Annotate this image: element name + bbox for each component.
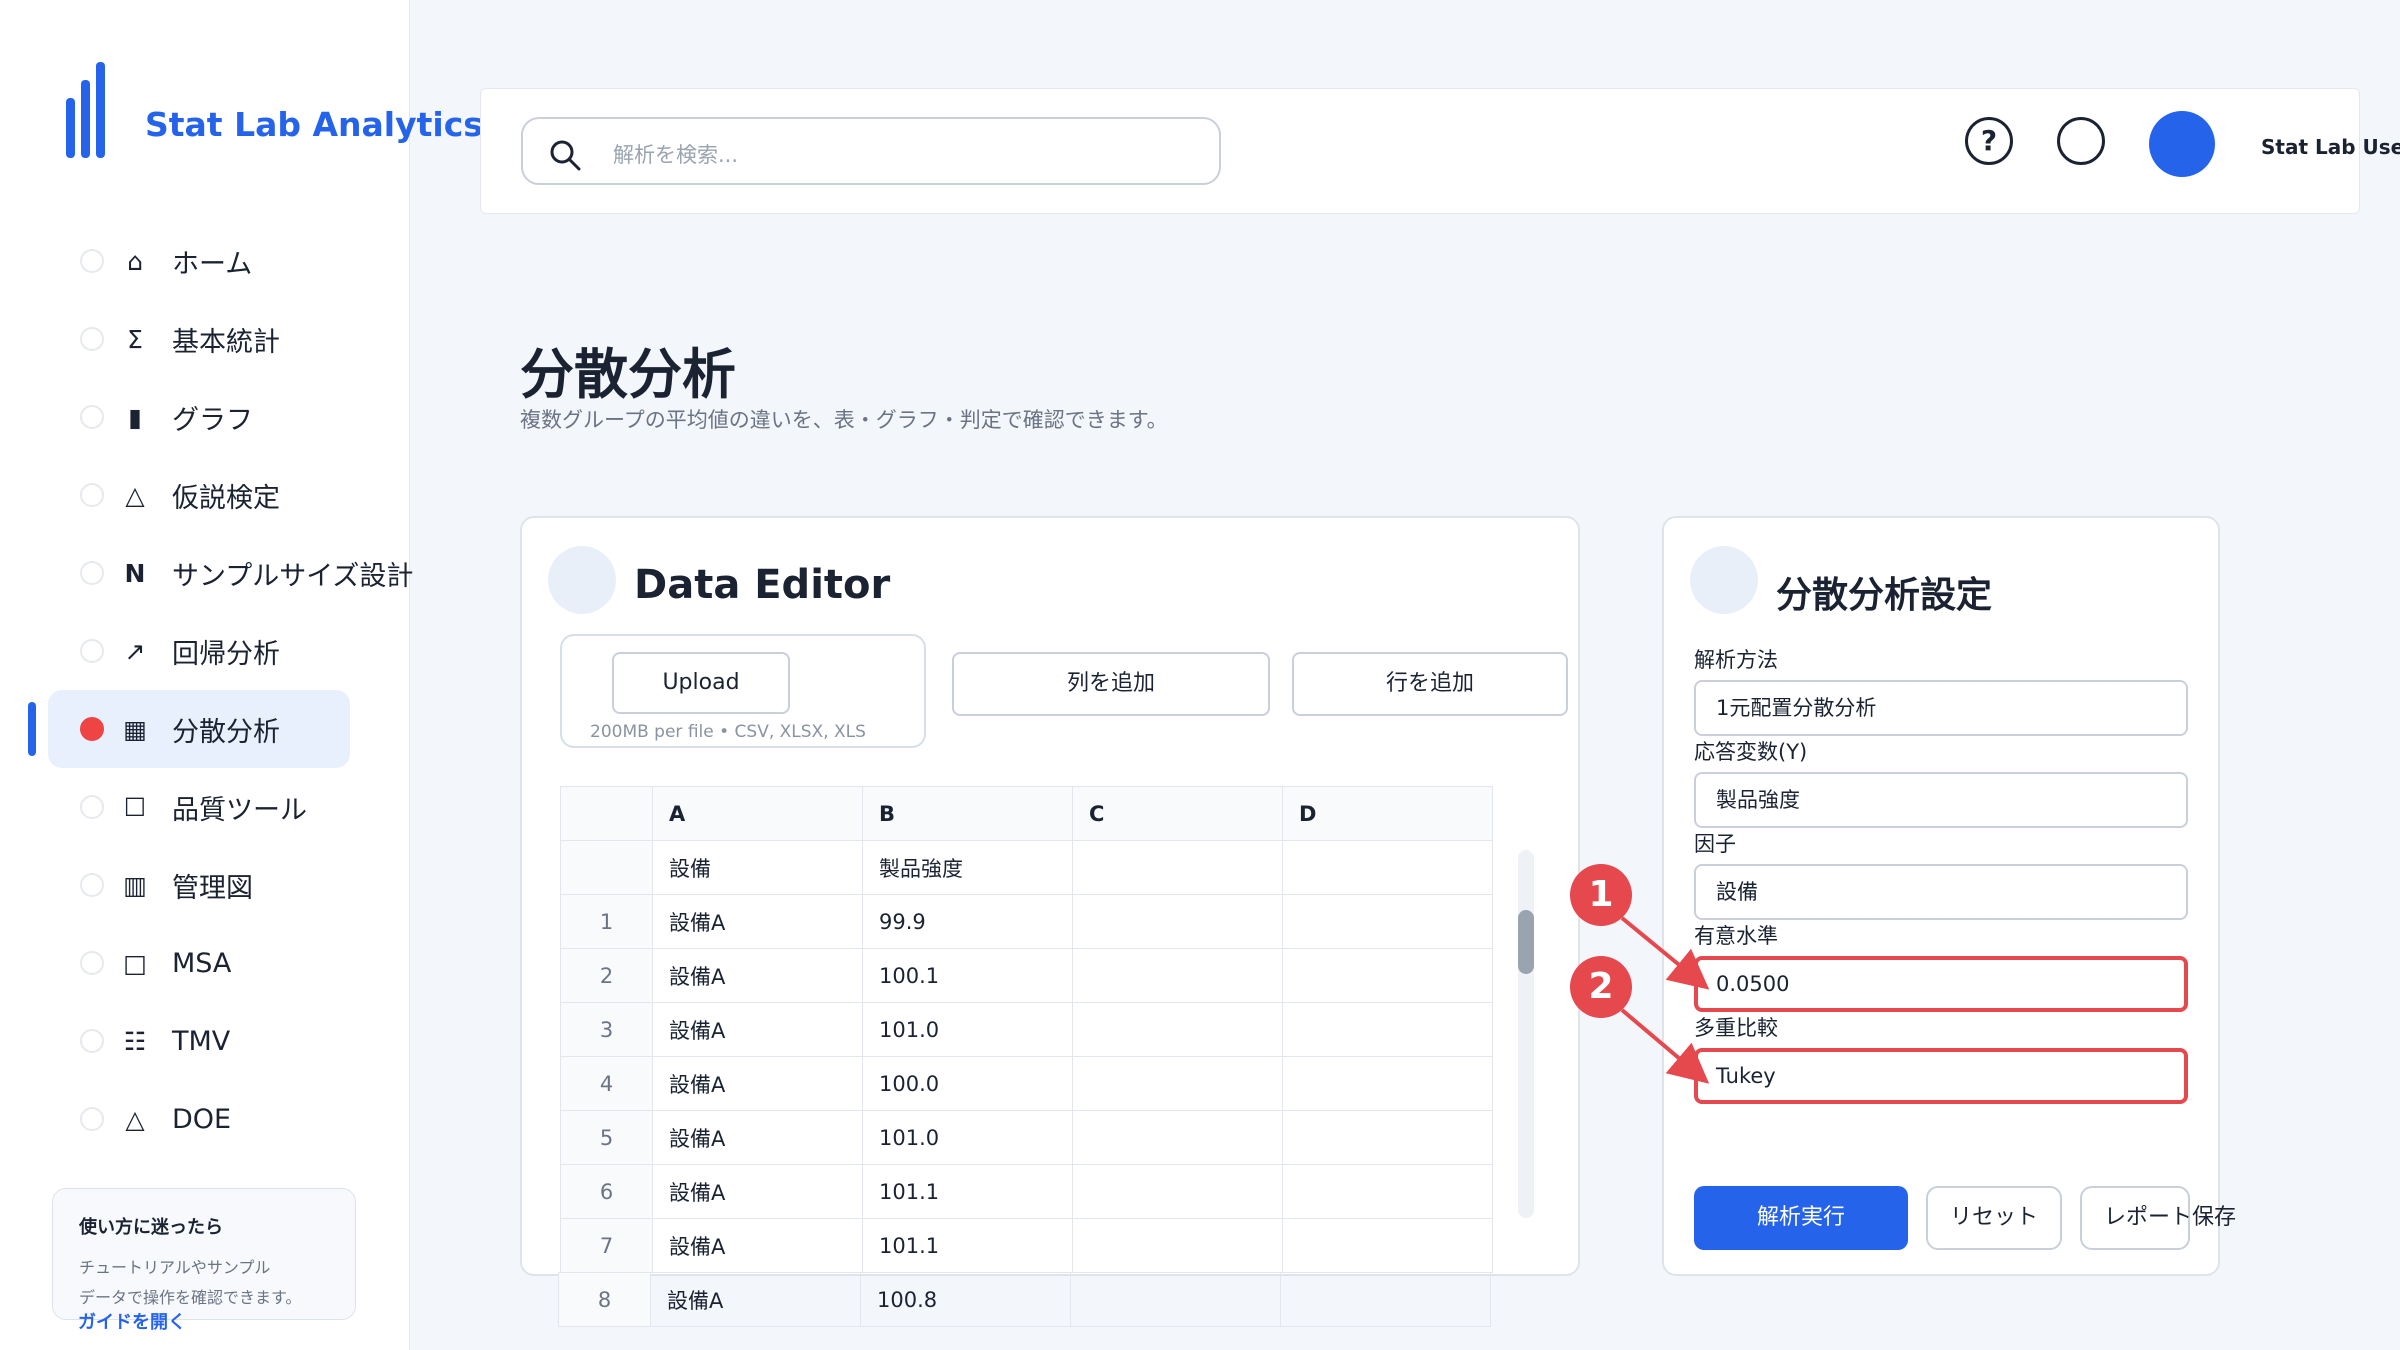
annotation-arrow-1 bbox=[1620, 916, 1710, 990]
annotation-arrows bbox=[1620, 916, 1710, 1084]
annotation-arrow-2 bbox=[1620, 1008, 1710, 1084]
annotation-badge-2: 2 bbox=[1570, 956, 1632, 1018]
annotation-badge-1: 1 bbox=[1570, 864, 1632, 926]
